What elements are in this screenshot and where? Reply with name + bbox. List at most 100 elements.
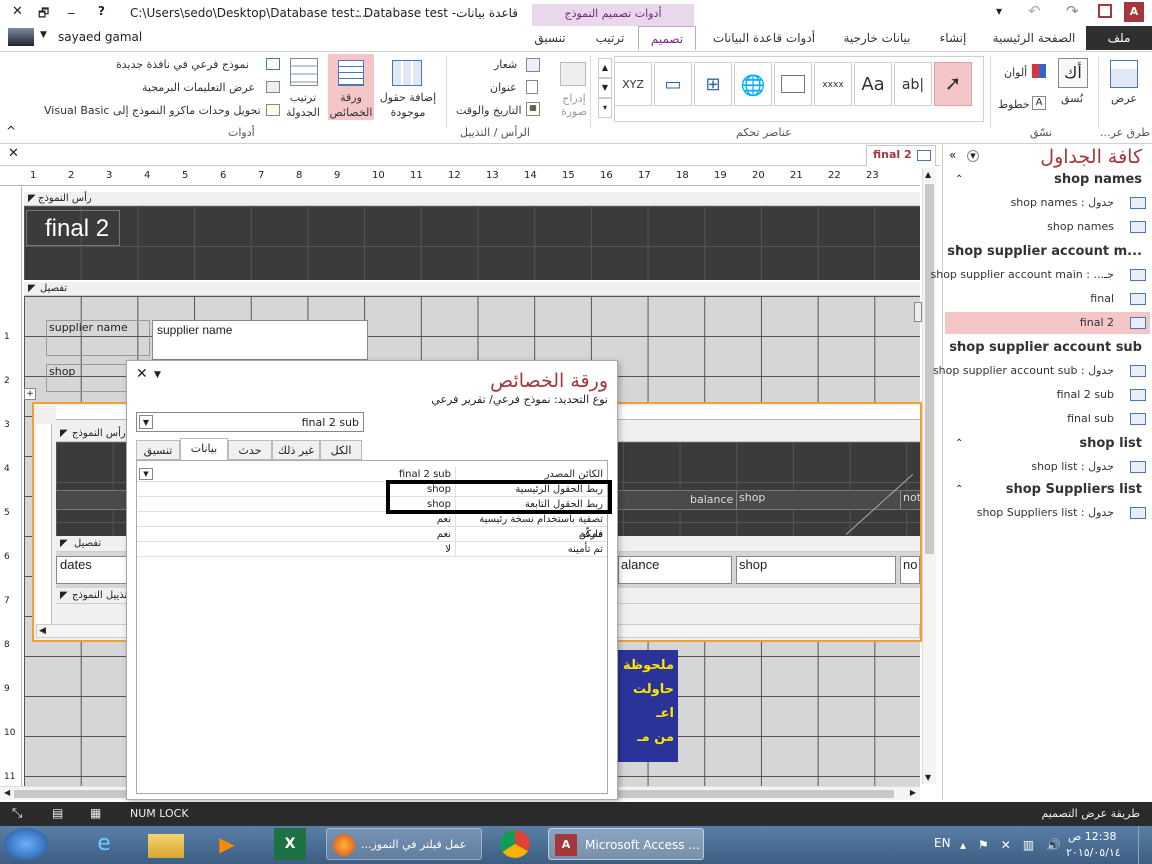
tab-arrange[interactable]: ترتيب	[584, 26, 636, 50]
colors-button[interactable]: ألوان	[1004, 66, 1027, 79]
clock-date[interactable]: ٢٠١٥/٠٥/١٤	[1066, 846, 1121, 859]
tab-other[interactable]: غير ذلك	[272, 440, 320, 460]
date-time-button[interactable]: التاريخ والوقت	[456, 104, 522, 117]
vertical-scrollbar[interactable]: ▲ ▼	[922, 168, 936, 784]
nav-group-header[interactable]: shop list	[1079, 436, 1142, 451]
add-existing-fields-button[interactable]: إضافة حقول موجودة	[376, 90, 440, 120]
gallery-scroll-down-icon[interactable]: ▼	[598, 78, 612, 98]
tab-control-icon[interactable]	[774, 62, 812, 106]
nav-collapse-icon[interactable]: «	[949, 148, 956, 162]
colors-icon[interactable]	[1032, 64, 1046, 78]
fonts-button[interactable]: خطوط	[998, 98, 1030, 111]
shop-textbox[interactable]: shop	[736, 556, 896, 584]
layout-view-icon[interactable]: ▤	[52, 806, 63, 820]
media-player-icon[interactable]: ▶	[212, 828, 242, 860]
nav-group-chevron-icon[interactable]: ⌃	[955, 174, 963, 185]
tab-order-button[interactable]: ترتيب الجدولة	[280, 90, 326, 120]
tab-data[interactable]: بيانات	[180, 438, 228, 460]
property-sheet-close-icon[interactable]: ✕	[136, 366, 148, 382]
notes-textbox[interactable]: no	[900, 556, 920, 584]
access-taskbar-button[interactable]: A Microsoft Access ...	[548, 828, 704, 860]
right-handle[interactable]	[914, 302, 922, 322]
convert-macros-button[interactable]: تحويل وحدات ماكرو النموذج إلى Visual Bas…	[44, 104, 261, 117]
language-indicator[interactable]: EN	[934, 836, 951, 850]
scroll-left-icon[interactable]: ◀	[4, 788, 10, 797]
view-button[interactable]: عرض	[1104, 92, 1144, 105]
insert-image-button[interactable]: إدراج صورة	[552, 92, 596, 118]
excel-icon[interactable]: X	[274, 828, 306, 860]
layout-handle-icon[interactable]: +	[24, 388, 36, 400]
nav-item[interactable]: final	[1090, 292, 1114, 305]
tab-event[interactable]: حدث	[228, 440, 272, 460]
nav-group-chevron-icon[interactable]: ⌃	[955, 246, 963, 257]
tab-home[interactable]: الصفحة الرئيسية	[984, 26, 1084, 50]
redo-icon[interactable]: ↷	[1066, 2, 1079, 20]
tab-create[interactable]: إنشاء	[930, 26, 976, 50]
property-value[interactable]: لا	[137, 542, 455, 557]
themes-icon[interactable]: أك	[1058, 58, 1088, 88]
nav-item[interactable]: جدول : shop Suppliers list	[977, 506, 1114, 519]
property-value[interactable]: نعم	[137, 527, 455, 542]
user-name[interactable]: sayaed gamal	[58, 30, 142, 44]
property-sheet-menu-icon[interactable]: ▼	[154, 370, 161, 380]
dates-textbox[interactable]: dates	[56, 556, 136, 584]
nav-item[interactable]: جـ... : shop supplier account main	[931, 268, 1115, 281]
tab-format[interactable]: تنسيق	[136, 440, 180, 460]
clock-time[interactable]: 12:38 ص	[1068, 830, 1117, 843]
folder-icon[interactable]	[148, 834, 184, 858]
fonts-icon[interactable]: A	[1032, 96, 1046, 110]
label-control-icon[interactable]: Aa	[854, 62, 892, 106]
save-icon[interactable]	[1098, 4, 1112, 18]
form-header-bar[interactable]: ◤ رأس النموذج	[24, 192, 920, 206]
ie-icon[interactable]: e	[88, 828, 120, 860]
property-row[interactable]: تصفية باستخدام نسخة رئيسية فارغة نعم	[137, 512, 607, 542]
start-button[interactable]	[4, 828, 48, 860]
nav-group-header[interactable]: shop supplier account sub	[949, 340, 1142, 355]
supplier-name-label[interactable]: supplier name	[46, 320, 150, 356]
nav-item[interactable]: final 2	[1080, 316, 1114, 329]
restore-icon[interactable]: 🗗	[38, 4, 49, 25]
tray-icons[interactable]: ▴⚑✕▥🔊	[960, 838, 1073, 852]
nav-item[interactable]: shop names	[1047, 220, 1114, 233]
subform-window-icon[interactable]	[266, 58, 280, 70]
textbox-control-icon[interactable]: ab|	[894, 62, 932, 106]
view-icon[interactable]	[1110, 60, 1138, 88]
title-icon[interactable]	[526, 80, 538, 94]
title-button[interactable]: عنوان	[490, 81, 517, 94]
tab-file[interactable]: ملف	[1086, 26, 1152, 50]
button-control-icon[interactable]: xxxx	[814, 62, 852, 106]
tab-design[interactable]: تصميم	[638, 26, 696, 50]
nav-item[interactable]: جدول : shop names	[1011, 196, 1114, 209]
themes-button[interactable]: نُسق	[1052, 92, 1092, 105]
balance-textbox[interactable]: alance	[618, 556, 732, 584]
nav-group-chevron-icon[interactable]: ⌃	[955, 342, 963, 353]
tab-format[interactable]: تنسيق	[524, 26, 576, 50]
form-view-icon[interactable]: ▦	[90, 806, 101, 820]
web-browser-control-icon[interactable]: ⊞	[694, 62, 732, 106]
nav-group-header[interactable]: shop names	[1054, 172, 1142, 187]
navigation-control-icon[interactable]: ▭	[654, 62, 692, 106]
firefox-taskbar-button[interactable]: عمل فيلتر في النموز...	[326, 828, 482, 860]
shop-header-label[interactable]: shop	[736, 491, 896, 509]
scroll-right-icon[interactable]: ▶	[910, 788, 916, 797]
balance-header-label[interactable]: balance	[690, 493, 733, 506]
logo-icon[interactable]	[526, 58, 540, 72]
user-menu-icon[interactable]: ▼	[40, 30, 47, 40]
scroll-down-icon[interactable]: ▼	[925, 773, 931, 782]
add-fields-icon[interactable]	[392, 60, 422, 86]
insert-image-icon[interactable]	[560, 62, 586, 86]
nav-menu-icon[interactable]: ▼	[967, 150, 979, 162]
view-code-icon[interactable]	[266, 81, 280, 93]
subform-new-window-button[interactable]: نموذج فرعي في نافذة جديدة	[116, 58, 249, 71]
close-document-icon[interactable]: ✕	[8, 146, 19, 161]
tab-external-data[interactable]: بيانات خارجية	[832, 26, 922, 50]
supplier-name-textbox[interactable]: supplier name	[152, 320, 368, 360]
form-title-label[interactable]: final 2	[26, 210, 120, 246]
property-value[interactable]: نعم	[137, 512, 455, 527]
property-row[interactable]: ممكّن نعم	[137, 527, 607, 542]
detail-bar[interactable]: ◤ تفصيل	[24, 282, 920, 296]
close-icon[interactable]: ✕	[12, 4, 23, 19]
logo-button[interactable]: شعار	[494, 58, 517, 71]
notes-header-label[interactable]: not	[900, 491, 920, 509]
view-code-button[interactable]: عرض التعليمات البرمجية	[142, 81, 255, 94]
